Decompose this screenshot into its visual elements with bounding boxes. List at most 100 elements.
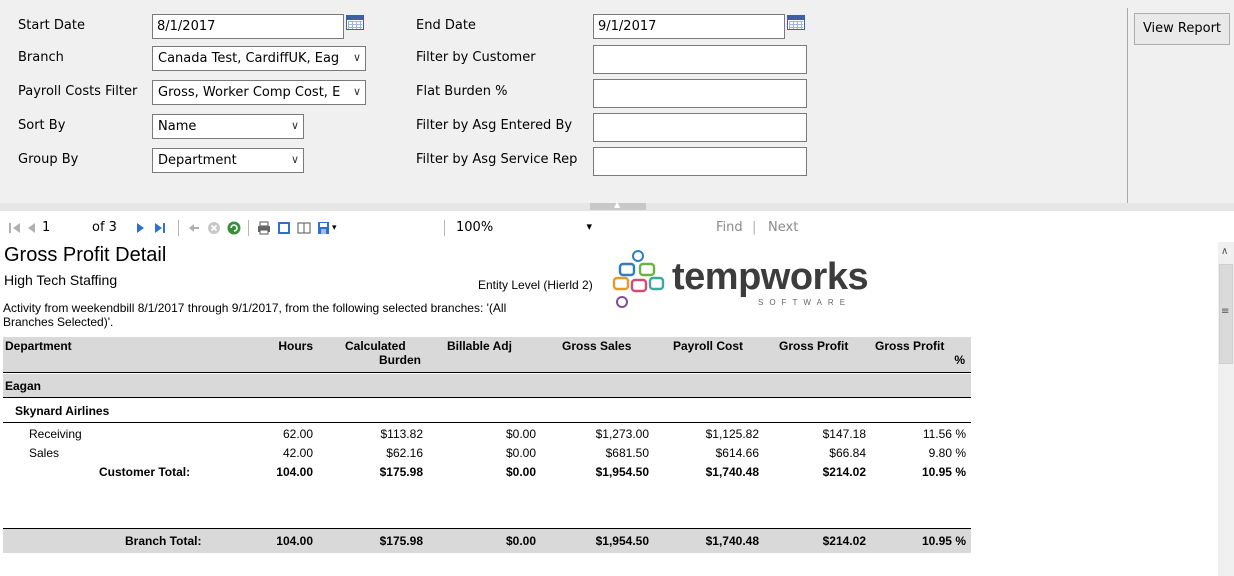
filter-customer-label: Filter by Customer [416, 50, 536, 65]
next-page-icon[interactable] [132, 220, 148, 236]
branch-select-value: Canada Test, CardiffUK, Eag [158, 51, 340, 66]
end-date-input[interactable]: 9/1/2017 [593, 14, 785, 39]
parameter-panel: Start Date 8/1/2017 End Date 9/1/2017 Br… [0, 0, 1234, 203]
asg-service-label: Filter by Asg Service Rep [416, 152, 578, 167]
first-page-icon[interactable] [7, 220, 23, 236]
payroll-filter-label: Payroll Costs Filter [18, 84, 138, 99]
last-page-icon[interactable] [152, 220, 168, 236]
report-title: Gross Profit Detail [4, 244, 167, 266]
start-date-label: Start Date [18, 18, 85, 33]
calendar-icon[interactable] [346, 15, 364, 30]
customer-name: Skynard Airlines [15, 404, 110, 418]
collapse-arrow-icon: ▲ [614, 200, 621, 209]
row-gross-sales: $681.50 [605, 446, 649, 460]
find-link[interactable]: Find [716, 220, 743, 235]
customer-total-row: Customer Total: 104.00 $175.98 $0.00 $1,… [3, 465, 971, 485]
total-gross-profit-pct: 10.95 % [921, 465, 966, 479]
row-billable: $0.00 [505, 446, 536, 460]
col-gross-profit: Gross Profit [779, 339, 849, 353]
branch-total-gross-profit-pct: 10.95 % [921, 534, 966, 548]
sort-by-label: Sort By [18, 118, 66, 133]
chevron-down-icon: ∨ [290, 153, 299, 166]
total-billable: $0.00 [505, 465, 536, 479]
activity-description: Activity from weekendbill 8/1/2017 throu… [3, 301, 603, 329]
col-calc-burden: Calculated Burden [343, 339, 421, 367]
zoom-select[interactable]: 100% ▾ [456, 218, 596, 238]
group-by-select[interactable]: Department ∨ [152, 148, 304, 173]
panel-divider [1127, 8, 1128, 203]
payroll-filter-value: Gross, Worker Comp Cost, E [158, 85, 341, 100]
payroll-filter-select[interactable]: Gross, Worker Comp Cost, E ∨ [152, 80, 366, 105]
sort-by-value: Name [158, 119, 197, 134]
next-link[interactable]: Next [768, 220, 798, 235]
customer-row: Skynard Airlines [3, 399, 971, 423]
col-hours: Hours [278, 339, 313, 353]
branch-total-row: Branch Total: 104.00 $175.98 $0.00 $1,95… [3, 528, 971, 553]
company-name: High Tech Staffing [4, 272, 118, 288]
print-icon[interactable] [256, 220, 272, 236]
col-gross-profit-pct-line1: Gross Profit [875, 339, 945, 353]
col-gross-profit-pct: Gross Profit % [875, 339, 965, 367]
col-billable-adj: Billable Adj [447, 339, 512, 353]
scroll-up-icon[interactable]: ∧ [1221, 246, 1228, 257]
prev-page-icon[interactable] [24, 220, 40, 236]
calendar-icon[interactable] [787, 15, 805, 30]
find-separator: | [752, 220, 757, 235]
branch-total-hours: 104.00 [276, 534, 313, 548]
branch-total-label: Branch Total: [125, 534, 202, 548]
row-department: Receiving [29, 427, 82, 441]
total-hours: 104.00 [276, 465, 313, 479]
toolbar-separator [178, 220, 179, 236]
branch-total-payroll: $1,740.48 [705, 534, 759, 548]
refresh-icon[interactable] [226, 220, 242, 236]
flat-burden-input[interactable] [593, 79, 807, 108]
scroll-grip-icon: ≡ [1221, 306, 1230, 317]
branch-group-row: Eagan [3, 374, 971, 398]
back-icon[interactable] [186, 220, 202, 236]
total-gross-profit: $214.02 [822, 465, 866, 479]
branch-total-burden: $175.98 [379, 534, 423, 548]
view-report-button[interactable]: View Report [1134, 13, 1230, 45]
logo-subtitle: SOFTWARE [758, 298, 852, 307]
row-hours: 62.00 [282, 427, 313, 441]
export-icon[interactable] [316, 220, 332, 236]
chevron-down-icon: ∨ [352, 51, 361, 64]
asg-entered-label: Filter by Asg Entered By [416, 118, 573, 133]
toolbar-separator [248, 220, 249, 236]
row-gross-profit: $66.84 [829, 446, 866, 460]
report-scrollbar[interactable]: ∧ ≡ [1218, 242, 1234, 576]
filter-customer-input[interactable] [593, 45, 807, 74]
stop-icon[interactable] [206, 220, 222, 236]
page-setup-icon[interactable] [296, 220, 312, 236]
row-burden: $62.16 [386, 446, 423, 460]
current-page-input[interactable]: 1 [42, 220, 50, 235]
group-by-value: Department [158, 153, 237, 168]
row-gross-profit-pct: 11.56 % [922, 427, 966, 441]
entity-level: Entity Level (Hierld 2) [478, 278, 593, 292]
branch-select[interactable]: Canada Test, CardiffUK, Eag ∨ [152, 46, 366, 71]
col-payroll-cost: Payroll Cost [673, 339, 744, 353]
chevron-down-icon: ∨ [352, 85, 361, 98]
export-dropdown-icon[interactable]: ▾ [332, 223, 337, 233]
row-gross-profit: $147.18 [822, 427, 866, 441]
group-by-label: Group By [18, 152, 79, 167]
asg-entered-input[interactable] [593, 113, 807, 142]
table-row: Sales 42.00 $62.16 $0.00 $681.50 $614.66… [3, 446, 971, 465]
table-header: Department Hours Calculated Burden Billa… [3, 337, 971, 373]
print-layout-icon[interactable] [276, 220, 292, 236]
col-calc-burden-line2: Burden [379, 353, 421, 367]
zoom-value: 100% [456, 220, 494, 235]
asg-service-input[interactable] [593, 147, 807, 176]
logo-wordmark: tempworks [672, 256, 869, 298]
branch-total-gross-profit: $214.02 [822, 534, 866, 548]
col-calc-burden-line1: Calculated [345, 339, 406, 353]
branch-label: Branch [18, 50, 64, 65]
row-department: Sales [29, 446, 60, 460]
total-gross-sales: $1,954.50 [595, 465, 649, 479]
sort-by-select[interactable]: Name ∨ [152, 114, 304, 139]
collapse-parameters-button[interactable]: ▲ [590, 200, 646, 210]
total-payroll: $1,740.48 [705, 465, 759, 479]
start-date-input[interactable]: 8/1/2017 [152, 14, 344, 39]
tempworks-logo: tempworks SOFTWARE [610, 250, 870, 312]
find-input[interactable] [608, 217, 702, 239]
